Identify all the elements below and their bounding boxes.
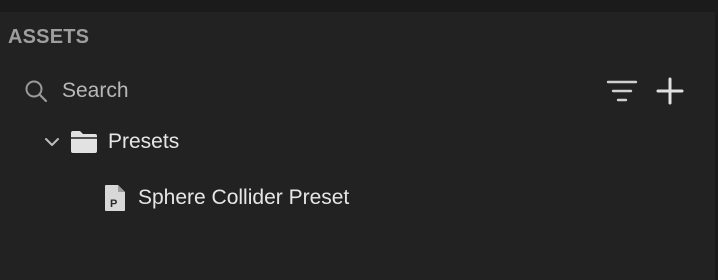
panel-title: ASSETS	[8, 26, 90, 48]
preset-file-icon: P	[104, 184, 126, 212]
tree-folder-presets[interactable]: Presets	[0, 122, 715, 162]
preset-badge: P	[110, 198, 117, 210]
filter-lines-icon	[606, 80, 638, 102]
tree-item-label: Sphere Collider Preset	[138, 186, 350, 209]
search-input[interactable]	[62, 76, 582, 106]
filter-button[interactable]	[605, 78, 639, 104]
plus-icon	[656, 77, 684, 105]
chevron-down-icon[interactable]	[44, 134, 60, 150]
search-icon	[24, 79, 48, 103]
folder-icon	[70, 130, 98, 154]
add-button[interactable]	[655, 76, 685, 106]
top-bar	[0, 0, 718, 12]
assets-panel: ASSETS Search Presets P Sphere Collider …	[0, 0, 718, 280]
tree-item-sphere-collider-preset[interactable]: P Sphere Collider Preset	[0, 178, 715, 218]
search-row	[0, 70, 715, 112]
tree-folder-label: Presets	[108, 130, 180, 153]
